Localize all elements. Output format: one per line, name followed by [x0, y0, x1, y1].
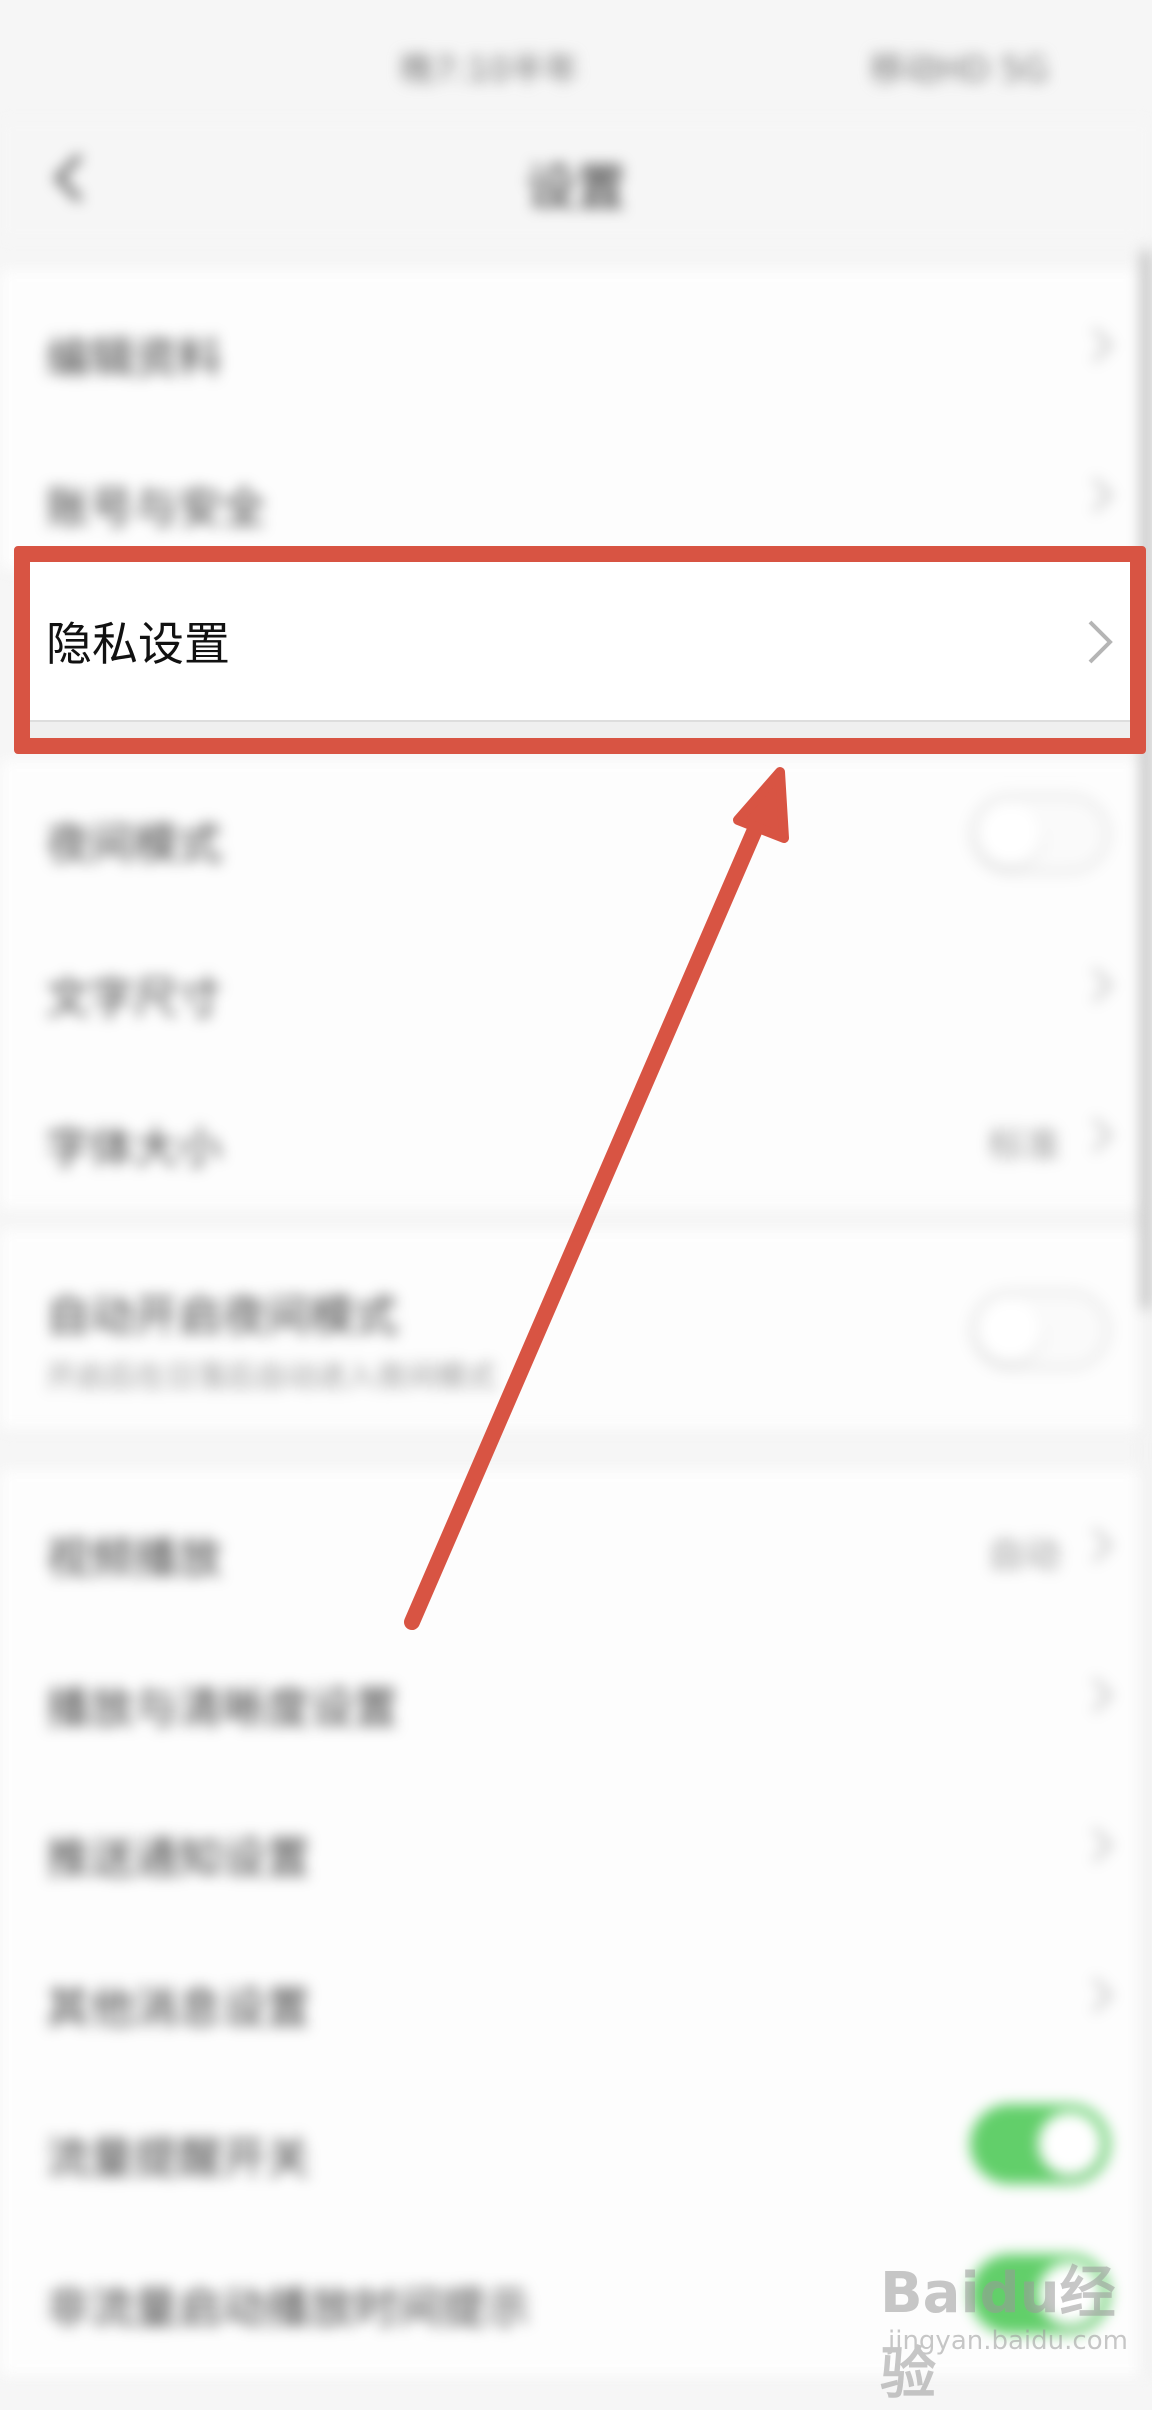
watermark-url: jingyan.baidu.com [888, 2326, 1128, 2356]
annotation-arrow-icon [404, 767, 789, 1630]
baidu-watermark: Baidu经验 jingyan.baidu.com [880, 2240, 1150, 2407]
